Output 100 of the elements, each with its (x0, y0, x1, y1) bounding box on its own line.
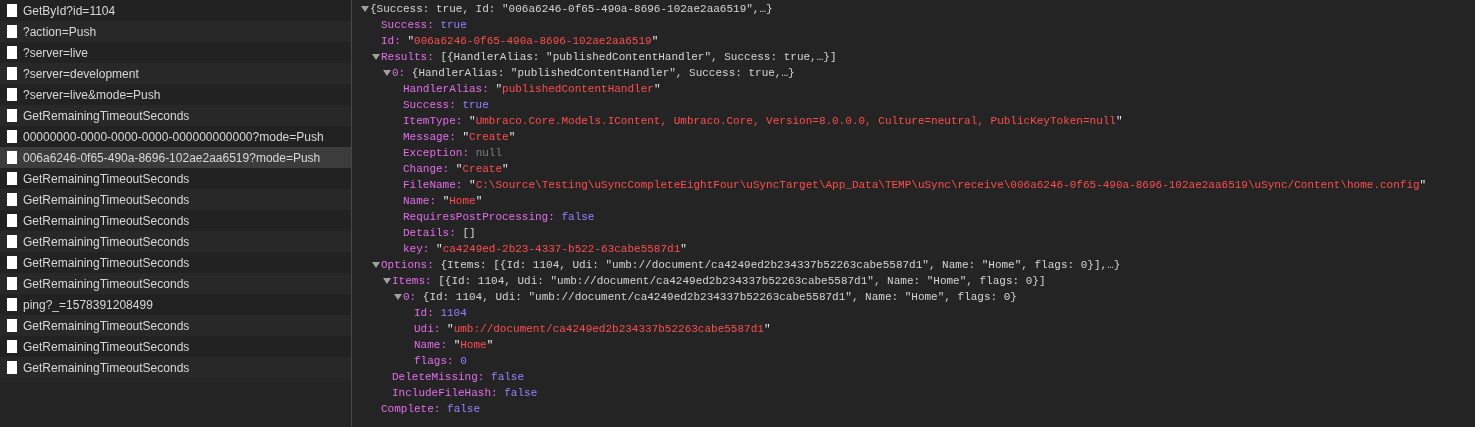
object-preview: [] (462, 226, 476, 241)
property-key: Id: (381, 33, 408, 49)
property-key: key: (403, 241, 436, 257)
file-icon (7, 109, 17, 122)
string-value: "Create" (455, 162, 509, 177)
request-name: GetById?id=1104 (23, 2, 116, 20)
request-name: 00000000-0000-0000-0000-000000000000?mode=Push (23, 128, 324, 146)
expanded-triangle-icon[interactable] (372, 54, 380, 60)
property-key: flags: (414, 353, 461, 369)
file-icon (7, 67, 17, 80)
literal-value: false (561, 210, 595, 225)
property-key: Options: (381, 257, 441, 273)
request-row[interactable]: GetRemainingTimeoutSeconds (0, 357, 351, 378)
request-row[interactable]: ?server=development (0, 63, 351, 84)
property-key: Name: (414, 337, 454, 353)
property-key: 0: (392, 65, 412, 81)
file-icon (7, 214, 17, 227)
property-key: IncludeFileHash: (392, 385, 505, 401)
file-icon (7, 172, 17, 185)
request-name: GetRemainingTimeoutSeconds (23, 317, 190, 335)
property-key: Complete: (381, 401, 448, 417)
property-key: Udi: (414, 321, 447, 337)
request-name: ?server=live (23, 44, 89, 62)
file-icon (7, 298, 17, 311)
property-key: Success: (381, 17, 441, 33)
property-key: Id: (414, 305, 441, 321)
request-row[interactable]: GetRemainingTimeoutSeconds (0, 105, 351, 126)
request-name: GetRemainingTimeoutSeconds (23, 275, 190, 293)
property-key: 0: (403, 289, 423, 305)
property-key: Message: (403, 129, 463, 145)
file-icon (7, 361, 17, 374)
file-icon (7, 88, 17, 101)
literal-value: false (447, 402, 481, 417)
request-name: GetRemainingTimeoutSeconds (23, 170, 190, 188)
request-row[interactable]: ?action=Push (0, 21, 351, 42)
request-name: ping?_=1578391208499 (23, 296, 153, 314)
null-value: null (475, 146, 503, 161)
property-key: Items: (392, 273, 439, 289)
file-icon (7, 340, 17, 353)
property-key: Exception: (403, 145, 476, 161)
expanded-triangle-icon[interactable] (394, 294, 402, 300)
expanded-triangle-icon[interactable] (361, 6, 369, 12)
request-name: GetRemainingTimeoutSeconds (23, 359, 190, 377)
property-key: Details: (403, 225, 463, 241)
file-icon (7, 151, 17, 164)
request-name: GetRemainingTimeoutSeconds (23, 233, 190, 251)
file-icon (7, 256, 17, 269)
property-key: DeleteMissing: (392, 369, 492, 385)
literal-value: false (504, 386, 538, 401)
request-name: ?server=live&mode=Push (23, 86, 161, 104)
file-icon (7, 319, 17, 332)
string-value: "Home" (453, 338, 494, 353)
property-key: FileName: (403, 177, 470, 193)
object-preview: {HandlerAlias: "publishedContentHandler", Success: true,…} (411, 66, 795, 81)
file-icon (7, 235, 17, 248)
literal-value: 0 (460, 354, 467, 369)
string-value: "Home" (442, 194, 483, 209)
file-icon (7, 4, 17, 17)
request-name: 006a6246-0f65-490a-8696-102ae2aa6519?mode=Push (23, 149, 321, 167)
property-key: HandlerAlias: (403, 81, 496, 97)
property-key: RequiresPostProcessing: (403, 209, 562, 225)
string-value: "Umbraco.Core.Models.IContent, Umbraco.Core, Version=8.0.0.0, Culture=neutral, PublicKeyToken=null" (469, 114, 1123, 129)
object-preview: [{HandlerAlias: "publishedContentHandler", Success: true,…}] (440, 50, 837, 65)
request-name: GetRemainingTimeoutSeconds (23, 191, 190, 209)
expanded-triangle-icon[interactable] (383, 70, 391, 76)
file-icon (7, 130, 17, 143)
property-key: Success: (403, 97, 463, 113)
string-value: "006a6246-0f65-490a-8696-102ae2aa6519" (407, 34, 659, 49)
request-name: GetRemainingTimeoutSeconds (23, 254, 190, 272)
file-icon (7, 277, 17, 290)
request-row[interactable]: GetRemainingTimeoutSeconds (0, 189, 351, 210)
property-key: Name: (403, 193, 443, 209)
string-value: "publishedContentHandler" (495, 82, 661, 97)
property-key: ItemType: (403, 113, 470, 129)
request-row[interactable]: GetRemainingTimeoutSeconds (0, 231, 351, 252)
object-preview: {Items: [{Id: 1104, Udi: "umb://document/ca4249ed2b234337b52263cabe5587d1", Name: "Home", flags: 0}],…} (440, 258, 1121, 273)
object-preview: {Success: true, Id: "006a6246-0f65-490a-8696-102ae2aa6519",…} (370, 2, 773, 17)
string-value: "C:\Source\Testing\uSyncCompleteEightFour\uSyncTarget\App_Data\TEMP\uSync\receive\006a6246-0f65-490a-8696-102ae2aa6519\uSync/Content\home.config" (469, 178, 1427, 193)
expanded-triangle-icon[interactable] (372, 262, 380, 268)
object-preview: [{Id: 1104, Udi: "umb://document/ca4249ed2b234337b52263cabe5587d1", Name: "Home", flags: 0}] (438, 274, 1046, 289)
string-value: "ca4249ed-2b23-4337-b522-63cabe5587d1" (436, 242, 687, 257)
object-preview: {Id: 1104, Udi: "umb://document/ca4249ed2b234337b52263cabe5587d1", Name: "Home", flags: 0} (422, 290, 1017, 305)
literal-value: false (491, 370, 525, 385)
literal-value: true (440, 18, 467, 33)
request-name: GetRemainingTimeoutSeconds (23, 107, 190, 125)
literal-value: true (462, 98, 489, 113)
expanded-triangle-icon[interactable] (383, 278, 391, 284)
request-name: ?server=development (23, 65, 139, 83)
request-row[interactable]: GetRemainingTimeoutSeconds (0, 273, 351, 294)
property-key: Change: (403, 161, 456, 177)
file-icon (7, 46, 17, 59)
file-icon (7, 25, 17, 38)
string-value: "umb://document/ca4249ed2b234337b52263cabe5587d1" (447, 322, 771, 337)
string-value: "Create" (462, 130, 516, 145)
file-icon (7, 193, 17, 206)
request-row[interactable]: 006a6246-0f65-490a-8696-102ae2aa6519?mode=Push (0, 147, 351, 168)
request-name: ?action=Push (23, 23, 97, 41)
literal-value: 1104 (440, 306, 467, 321)
property-key: Results: (381, 49, 441, 65)
request-row[interactable]: GetRemainingTimeoutSeconds (0, 315, 351, 336)
